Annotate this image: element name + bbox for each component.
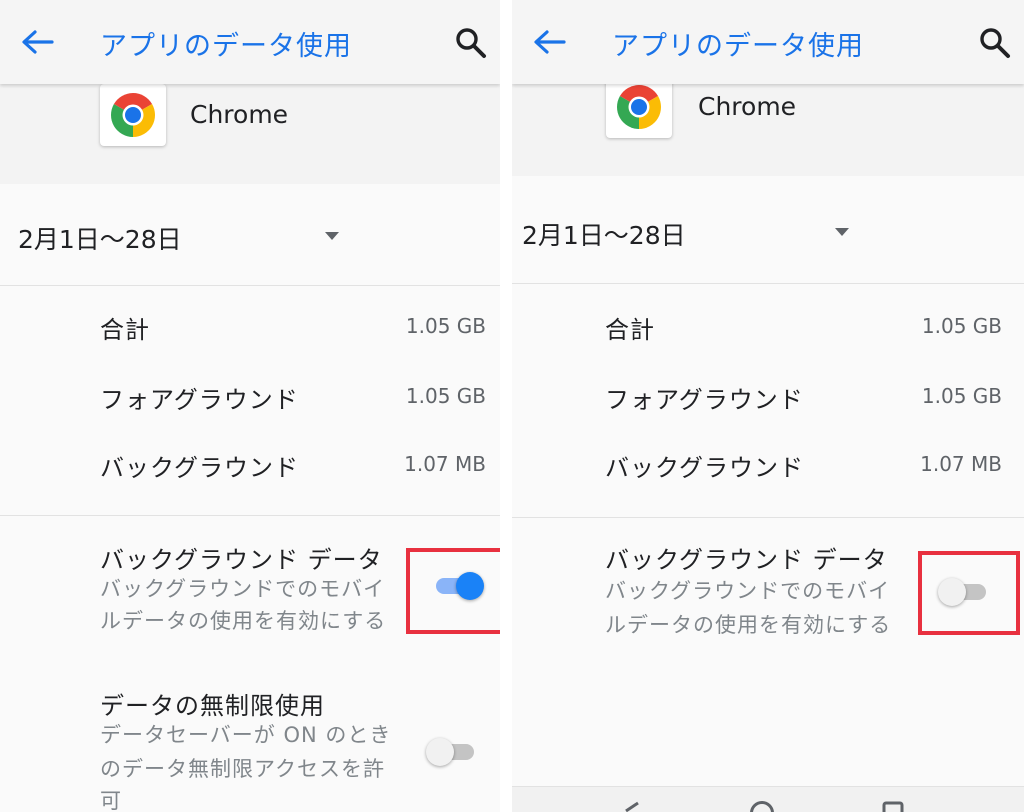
unrestricted-data-title: データの無制限使用 <box>100 692 325 720</box>
usage-row-total: 合計 1.05 GB <box>512 298 1024 358</box>
screen-right: アプリのデータ使用 Chrome 2月1日〜28日 合計 1.05 GB フォア… <box>512 0 1024 812</box>
unrestricted-data-desc-line3: 可 <box>100 789 122 812</box>
app-icon <box>606 76 672 138</box>
period-selector[interactable]: 2月1日〜28日 <box>0 184 500 286</box>
search-icon[interactable] <box>978 26 1012 60</box>
unrestricted-data-desc-line1: データセーバーが ON のとき <box>100 723 392 747</box>
nav-back-icon[interactable] <box>622 801 642 812</box>
app-icon <box>100 84 166 146</box>
usage-label: フォアグラウンド <box>100 386 299 414</box>
back-arrow-icon[interactable] <box>532 28 566 56</box>
page-title: アプリのデータ使用 <box>612 31 864 62</box>
usage-row-background: バックグラウンド 1.07 MB <box>0 436 500 496</box>
app-bar: アプリのデータ使用 <box>512 0 1024 84</box>
usage-value: 1.07 MB <box>920 452 1002 476</box>
unrestricted-data-toggle[interactable] <box>426 736 482 768</box>
period-selector[interactable]: 2月1日〜28日 <box>512 176 1024 284</box>
usage-label: バックグラウンド <box>100 454 300 482</box>
usage-label: 合計 <box>100 316 150 344</box>
usage-row-foreground: フォアグラウンド 1.05 GB <box>0 368 500 428</box>
background-data-desc-line1: バックグラウンドでのモバイ <box>100 577 386 601</box>
usage-value: 1.05 GB <box>405 314 486 338</box>
usage-value: 1.05 GB <box>921 384 1002 408</box>
unrestricted-data-desc-line2: のデータ無制限アクセスを許 <box>100 757 385 781</box>
usage-label: フォアグラウンド <box>605 386 804 414</box>
usage-label: 合計 <box>605 316 655 344</box>
highlight-box <box>406 548 500 634</box>
usage-value: 1.05 GB <box>921 314 1002 338</box>
app-header: Chrome <box>512 76 1024 176</box>
page-title: アプリのデータ使用 <box>100 31 352 62</box>
screen-left: アプリのデータ使用 Chrome 2月1日〜28日 合計 1.05 GB フォア… <box>0 0 500 812</box>
background-data-desc-line1: バックグラウンドでのモバイ <box>605 579 891 603</box>
app-name: Chrome <box>698 92 797 121</box>
usage-row-total: 合計 1.05 GB <box>0 298 500 358</box>
app-bar: アプリのデータ使用 <box>0 0 500 84</box>
search-icon[interactable] <box>454 26 488 60</box>
chrome-logo-icon <box>111 93 155 137</box>
back-arrow-icon[interactable] <box>20 28 54 56</box>
navigation-bar <box>512 786 1024 812</box>
nav-recents-icon[interactable] <box>882 801 904 812</box>
section-divider <box>512 517 1024 518</box>
background-data-title: バックグラウンド データ <box>100 546 383 574</box>
dropdown-arrow-icon[interactable] <box>832 226 852 238</box>
app-header: Chrome <box>0 84 500 184</box>
highlight-box <box>918 551 1020 635</box>
background-data-desc-line2: ルデータの使用を有効にする <box>605 613 892 637</box>
background-data-desc-line2: ルデータの使用を有効にする <box>100 609 387 633</box>
background-data-title: バックグラウンド データ <box>605 546 888 574</box>
chrome-logo-icon <box>617 85 661 129</box>
period-label: 2月1日〜28日 <box>522 221 686 250</box>
dropdown-arrow-icon[interactable] <box>322 230 342 242</box>
usage-label: バックグラウンド <box>605 454 805 482</box>
app-name: Chrome <box>190 100 289 129</box>
panel-gap <box>500 0 512 812</box>
usage-row-background: バックグラウンド 1.07 MB <box>512 436 1024 496</box>
period-label: 2月1日〜28日 <box>18 225 182 254</box>
usage-row-foreground: フォアグラウンド 1.05 GB <box>512 368 1024 428</box>
section-divider <box>0 515 500 516</box>
usage-value: 1.05 GB <box>405 384 486 408</box>
nav-home-icon[interactable] <box>750 801 774 812</box>
usage-value: 1.07 MB <box>404 452 486 476</box>
toggle-thumb <box>426 738 454 766</box>
